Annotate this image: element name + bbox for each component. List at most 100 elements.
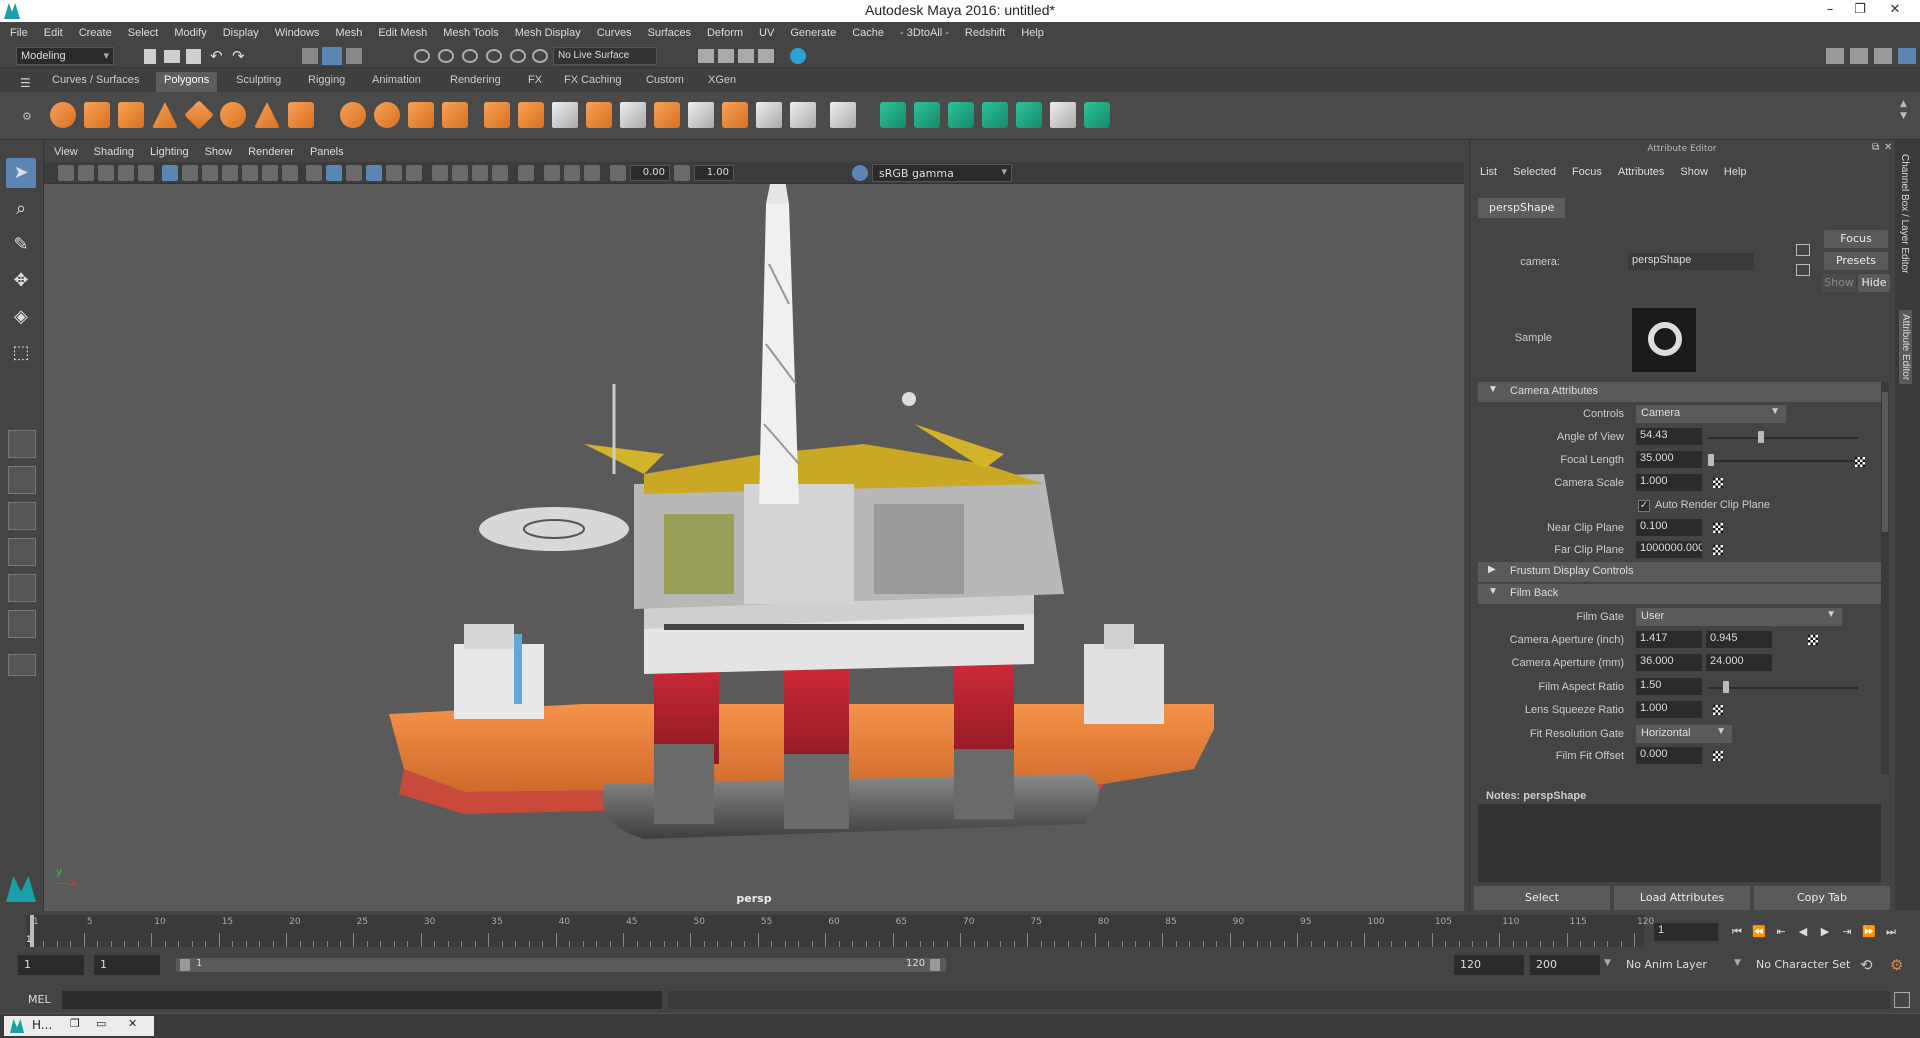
load-attributes-button[interactable]: Load Attributes — [1614, 886, 1750, 910]
range-bar[interactable]: 1 120 — [176, 958, 946, 972]
snap-curve-icon[interactable] — [438, 49, 454, 63]
taskbar-app-button[interactable]: H... ❐ ▭ ✕ — [4, 1016, 154, 1036]
focal-length-map-icon[interactable] — [1855, 457, 1865, 467]
shelf-tab-curves-surfaces[interactable]: Curves / Surfaces — [44, 72, 147, 92]
go-to-end-icon[interactable]: ⏭ — [1884, 925, 1898, 939]
copy-tab-button[interactable]: Copy Tab — [1754, 886, 1890, 910]
ae-menu-focus[interactable]: Focus — [1572, 166, 1602, 178]
shelf-tab-fx-caching[interactable]: FX Caching — [556, 72, 629, 92]
four-view-layout-icon[interactable] — [8, 466, 36, 494]
focus-button[interactable]: Focus — [1824, 230, 1888, 248]
motion-blur-icon[interactable] — [584, 165, 600, 181]
camera-scale-field[interactable]: 1.000 — [1636, 474, 1702, 491]
step-back-icon[interactable]: ⏪ — [1752, 925, 1766, 939]
hypershade-icon[interactable] — [790, 48, 806, 64]
menu-generate[interactable]: Generate — [790, 27, 836, 39]
isolate-select-icon[interactable] — [518, 165, 534, 181]
node-tab-perspshape[interactable]: perspShape — [1478, 198, 1566, 218]
attribute-editor-tab[interactable]: Attribute Editor — [1899, 310, 1912, 385]
channel-box-tab[interactable]: Channel Box / Layer Editor — [1899, 154, 1910, 274]
live-surface-field[interactable]: No Live Surface — [553, 47, 657, 65]
step-back-key-icon[interactable]: ⇤ — [1774, 925, 1788, 939]
poly-cube-icon[interactable] — [84, 102, 110, 128]
combine-icon[interactable] — [340, 102, 366, 128]
poly-pipe-icon[interactable] — [288, 102, 314, 128]
wireframe-icon[interactable] — [306, 165, 322, 181]
depth-of-field-icon[interactable] — [564, 165, 580, 181]
shelf-menu-icon[interactable]: ☰ — [20, 76, 31, 90]
hide-button[interactable]: Hide — [1858, 274, 1890, 292]
show-button[interactable]: Show — [1822, 274, 1856, 292]
film-aspect-field[interactable]: 1.50 — [1636, 678, 1702, 695]
film-gate-icon[interactable] — [182, 165, 198, 181]
snap-live-icon[interactable] — [510, 49, 526, 63]
animation-prefs-icon[interactable]: ⚙ — [1890, 956, 1903, 974]
extrude-icon[interactable] — [484, 102, 510, 128]
angle-of-view-field[interactable]: 54.43 — [1636, 428, 1702, 445]
menu-mesh-tools[interactable]: Mesh Tools — [443, 27, 498, 39]
vp-menu-view[interactable]: View — [54, 146, 78, 158]
step-forward-icon[interactable]: ⏩ — [1862, 925, 1876, 939]
script-editor-icon[interactable] — [1894, 992, 1910, 1008]
minimize-icon[interactable]: ▭ — [96, 1017, 106, 1030]
go-to-start-icon[interactable]: ⏮ — [1730, 925, 1744, 939]
angle-of-view-knob[interactable] — [1757, 431, 1764, 443]
anim-layer-field[interactable]: No Anim Layer — [1620, 955, 1738, 975]
menu-redshift[interactable]: Redshift — [965, 27, 1005, 39]
textured-icon[interactable] — [366, 165, 382, 181]
aperture-inch-x-field[interactable]: 1.417 — [1636, 631, 1702, 648]
notes-field[interactable] — [1478, 804, 1881, 882]
vp-menu-panels[interactable]: Panels — [310, 146, 344, 158]
menu-mesh-display[interactable]: Mesh Display — [515, 27, 581, 39]
separate-icon[interactable] — [374, 102, 400, 128]
aperture-map-icon[interactable] — [1808, 635, 1818, 645]
fit-offset-map-icon[interactable] — [1713, 751, 1723, 761]
hud-icon[interactable] — [544, 165, 560, 181]
close-icon[interactable]: ✕ — [128, 1017, 137, 1030]
close-panel-icon[interactable]: ✕ — [1884, 142, 1892, 153]
shelf-scroll-icon[interactable]: ▲ ▼ — [1900, 98, 1907, 122]
lasso-tool-icon[interactable]: ⌕ — [6, 194, 36, 224]
gamma-icon[interactable] — [674, 165, 690, 181]
select-button[interactable]: Select — [1474, 886, 1610, 910]
use-all-lights-icon[interactable] — [386, 165, 402, 181]
snap-grid-icon[interactable] — [414, 49, 430, 63]
camera-name-field[interactable]: perspShape — [1628, 253, 1754, 270]
modeling-toolkit-icon[interactable] — [1826, 48, 1844, 64]
lens-squeeze-map-icon[interactable] — [1713, 705, 1723, 715]
focal-length-field[interactable]: 35.000 — [1636, 451, 1702, 468]
outliner-layout-icon[interactable] — [8, 538, 36, 566]
play-forward-icon[interactable]: ▶ — [1818, 925, 1832, 939]
focal-length-slider[interactable] — [1708, 460, 1858, 462]
presets-button[interactable]: Presets — [1824, 252, 1888, 270]
attribute-editor-toggle-icon[interactable] — [1850, 48, 1868, 64]
auto-render-clip-checkbox[interactable]: ✓ — [1638, 500, 1650, 512]
character-set-field[interactable]: No Character Set — [1750, 955, 1870, 975]
poly-torus-icon[interactable] — [220, 102, 246, 128]
shelf-tab-rigging[interactable]: Rigging — [300, 72, 353, 92]
append-polygon-icon[interactable] — [654, 102, 680, 128]
menu-3dtoall[interactable]: - 3DtoAll - — [900, 27, 949, 39]
menu-windows[interactable]: Windows — [275, 27, 320, 39]
menu-select[interactable]: Select — [128, 27, 159, 39]
ae-menu-show[interactable]: Show — [1680, 166, 1708, 178]
render-frame-icon[interactable] — [758, 49, 774, 63]
minimize-icon[interactable]: – — [1815, 0, 1845, 22]
fill-hole-icon[interactable] — [790, 102, 816, 128]
graph-layout-icon[interactable] — [8, 574, 36, 602]
shelf-tab-rendering[interactable]: Rendering — [442, 72, 509, 92]
extract-icon[interactable] — [408, 102, 434, 128]
move-tool-icon[interactable]: ✥ — [6, 266, 36, 296]
resolution-gate-icon[interactable] — [202, 165, 218, 181]
far-clip-map-icon[interactable] — [1713, 545, 1723, 555]
layout-uv-icon[interactable] — [982, 102, 1008, 128]
select-tool-icon[interactable]: ➤ — [6, 158, 36, 188]
target-weld-icon[interactable] — [688, 102, 714, 128]
film-gate-dropdown[interactable]: User ▼ — [1636, 608, 1842, 626]
shelf-tab-polygons[interactable]: Polygons — [156, 72, 218, 92]
two-pane-layout-icon[interactable] — [8, 502, 36, 530]
auto-key-icon[interactable]: ⟲ — [1860, 956, 1873, 974]
select-object-icon[interactable] — [322, 47, 342, 65]
section-frustum-display[interactable]: ▶ Frustum Display Controls — [1478, 562, 1881, 582]
aperture-mm-x-field[interactable]: 36.000 — [1636, 654, 1702, 671]
